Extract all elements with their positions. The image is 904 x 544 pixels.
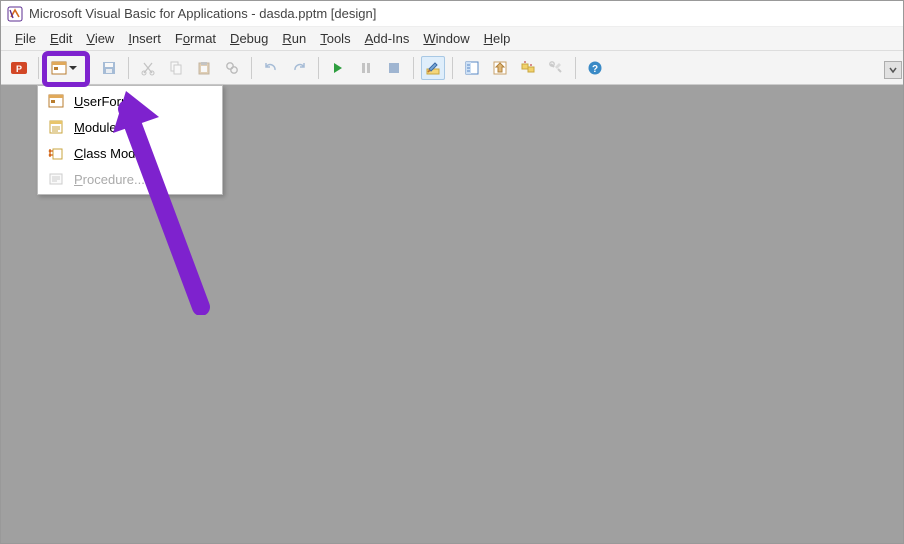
menu-item-label: UserForm <box>74 94 132 109</box>
vba-app-icon <box>7 6 23 22</box>
menu-tools[interactable]: Tools <box>314 29 356 48</box>
module-icon <box>48 119 64 135</box>
insert-dropdown-button[interactable] <box>46 56 82 80</box>
procedure-icon <box>48 171 64 187</box>
menu-insert[interactable]: Insert <box>122 29 167 48</box>
menu-view[interactable]: View <box>80 29 120 48</box>
powerpoint-icon: P <box>10 59 28 77</box>
menu-item-label: Module <box>74 120 117 135</box>
view-powerpoint-button[interactable]: P <box>7 56 31 80</box>
save-button[interactable] <box>97 56 121 80</box>
menu-format[interactable]: Format <box>169 29 222 48</box>
insert-userform-icon <box>51 60 67 76</box>
redo-icon <box>291 60 307 76</box>
window-title: Microsoft Visual Basic for Applications … <box>29 6 376 21</box>
help-icon: ? <box>587 60 603 76</box>
toolbox-button[interactable] <box>544 56 568 80</box>
menu-run[interactable]: Run <box>276 29 312 48</box>
properties-window-button[interactable] <box>488 56 512 80</box>
titlebar: Microsoft Visual Basic for Applications … <box>1 1 903 27</box>
copy-icon <box>168 60 184 76</box>
menu-item-label: Procedure... <box>74 172 145 187</box>
help-button[interactable]: ? <box>583 56 607 80</box>
chevron-down-icon <box>69 66 77 70</box>
play-icon <box>331 61 345 75</box>
insert-userform-item[interactable]: UserForm <box>38 88 222 114</box>
find-icon <box>224 60 240 76</box>
insert-procedure-item: Procedure... <box>38 166 222 192</box>
svg-text:?: ? <box>592 64 598 75</box>
undo-button[interactable] <box>259 56 283 80</box>
paste-icon <box>196 60 212 76</box>
menu-edit[interactable]: Edit <box>44 29 78 48</box>
toolbar: P <box>1 51 903 85</box>
object-browser-icon <box>520 60 536 76</box>
run-button[interactable] <box>326 56 350 80</box>
toolbar-overflow-button[interactable] <box>884 61 902 79</box>
properties-icon <box>492 60 508 76</box>
reset-button[interactable] <box>382 56 406 80</box>
design-mode-button[interactable] <box>421 56 445 80</box>
menu-help[interactable]: Help <box>478 29 517 48</box>
menu-window[interactable]: Window <box>417 29 475 48</box>
menu-addins[interactable]: Add-Ins <box>359 29 416 48</box>
chevron-down-icon <box>888 65 898 75</box>
insert-module-item[interactable]: Module <box>38 114 222 140</box>
save-icon <box>101 60 117 76</box>
copy-button[interactable] <box>164 56 188 80</box>
menu-debug[interactable]: Debug <box>224 29 274 48</box>
project-explorer-button[interactable] <box>460 56 484 80</box>
object-browser-button[interactable] <box>516 56 540 80</box>
break-button[interactable] <box>354 56 378 80</box>
cut-button[interactable] <box>136 56 160 80</box>
paste-button[interactable] <box>192 56 216 80</box>
insert-dropdown-menu: UserForm Module Class Module Procedure..… <box>37 85 223 195</box>
project-explorer-icon <box>464 60 480 76</box>
menubar: File Edit View Insert Format Debug Run T… <box>1 27 903 51</box>
undo-icon <box>263 60 279 76</box>
cut-icon <box>140 60 156 76</box>
stop-icon <box>387 61 401 75</box>
pause-icon <box>359 61 373 75</box>
class-module-icon <box>48 145 64 161</box>
design-mode-icon <box>425 60 441 76</box>
find-button[interactable] <box>220 56 244 80</box>
insert-class-module-item[interactable]: Class Module <box>38 140 222 166</box>
redo-button[interactable] <box>287 56 311 80</box>
userform-icon <box>48 93 64 109</box>
menu-file[interactable]: File <box>9 29 42 48</box>
svg-text:P: P <box>16 64 22 74</box>
toolbox-icon <box>548 60 564 76</box>
menu-item-label: Class Module <box>74 146 153 161</box>
